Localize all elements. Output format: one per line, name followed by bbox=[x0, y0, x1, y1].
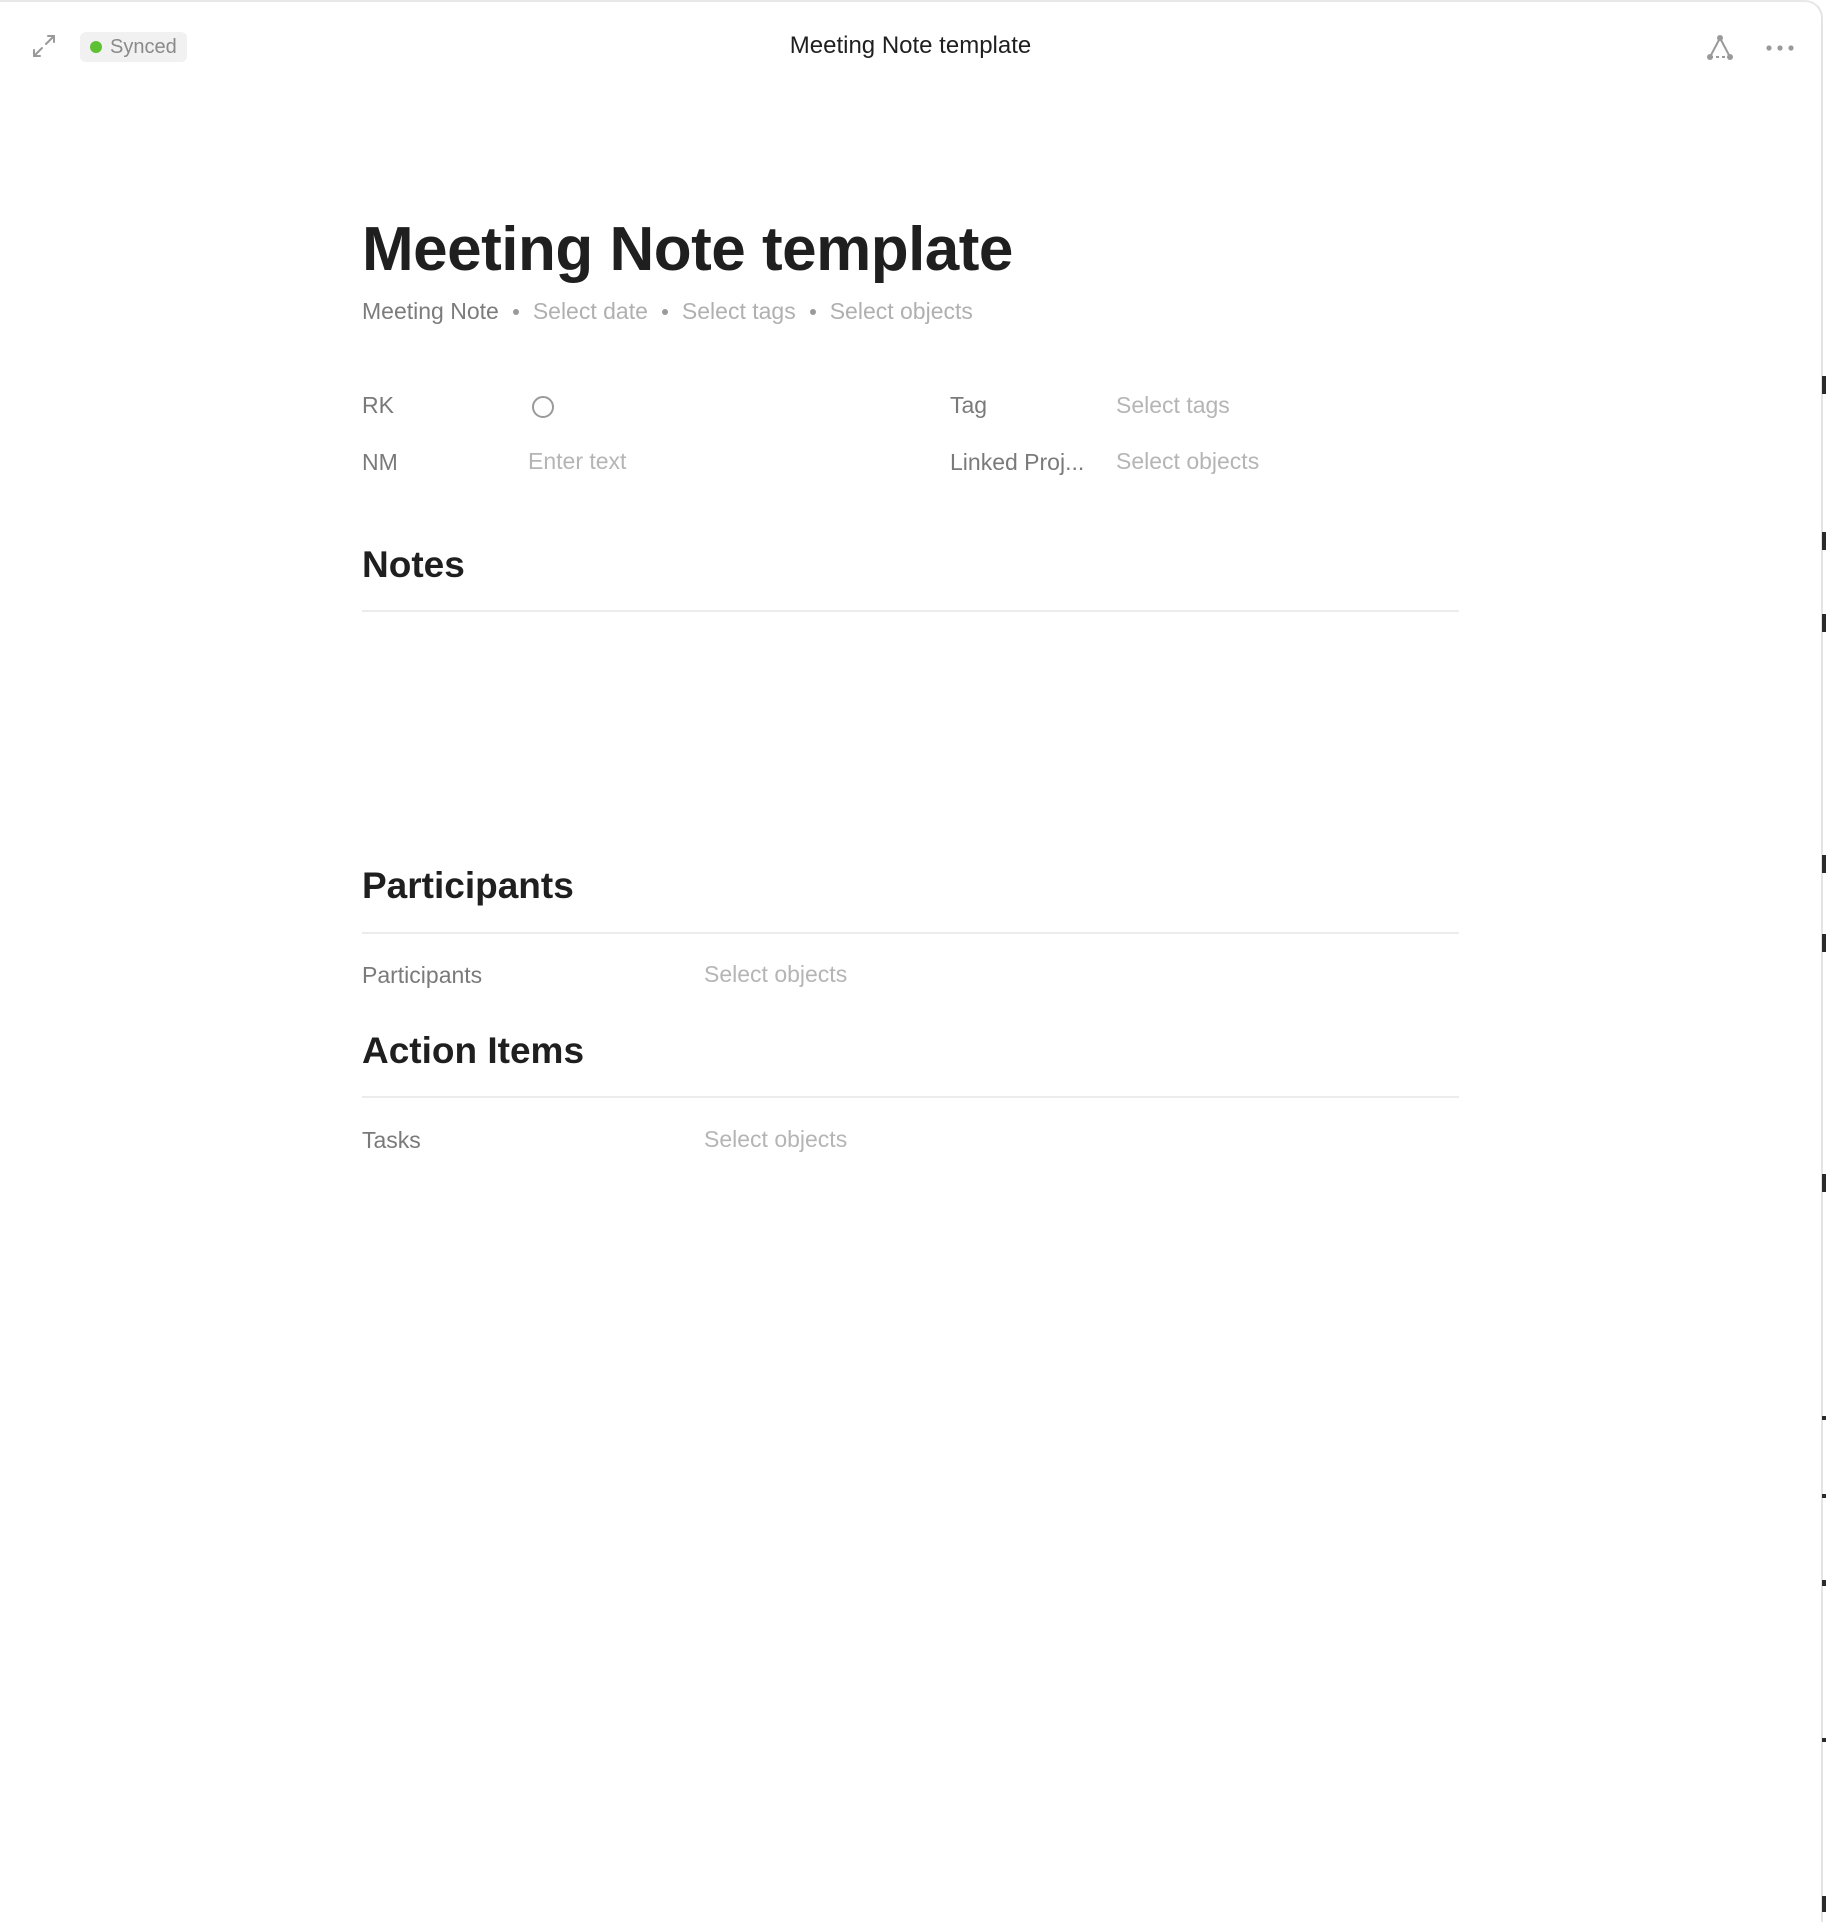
edge-mark bbox=[1822, 532, 1826, 550]
property-label-rk: RK bbox=[362, 392, 394, 418]
participants-select[interactable]: Select objects bbox=[704, 961, 847, 988]
notes-heading[interactable]: Notes bbox=[362, 544, 465, 586]
property-label-linked-projects: Linked Proj... bbox=[950, 449, 1085, 475]
property-label-nm: NM bbox=[362, 449, 398, 475]
linked-projects-select[interactable]: Select objects bbox=[1116, 448, 1259, 475]
edge-mark bbox=[1822, 855, 1826, 873]
edge-mark bbox=[1822, 1416, 1826, 1420]
action-items-heading[interactable]: Action Items bbox=[362, 1030, 584, 1072]
notes-divider bbox=[362, 610, 1459, 612]
graph-button[interactable] bbox=[1702, 30, 1738, 66]
participants-heading[interactable]: Participants bbox=[362, 865, 574, 907]
edge-mark bbox=[1822, 614, 1826, 632]
meta-separator bbox=[661, 308, 668, 315]
object-type-label[interactable]: Meeting Note bbox=[362, 298, 499, 325]
page-title[interactable]: Meeting Note template bbox=[362, 214, 1013, 285]
edge-mark bbox=[1822, 376, 1826, 394]
edge-mark bbox=[1822, 1896, 1826, 1912]
more-horizontal-icon bbox=[1766, 45, 1794, 51]
tag-select[interactable]: Select tags bbox=[1116, 392, 1230, 419]
participants-divider bbox=[362, 932, 1459, 934]
meta-objects-select[interactable]: Select objects bbox=[830, 298, 973, 325]
editor-window: Synced Meeting Note template Meeting Not… bbox=[0, 0, 1823, 1922]
tasks-field-label: Tasks bbox=[362, 1127, 421, 1153]
editor-header: Synced Meeting Note template bbox=[0, 2, 1821, 92]
edge-mark bbox=[1822, 1738, 1826, 1742]
edge-mark bbox=[1822, 1494, 1826, 1498]
nm-text-input[interactable]: Enter text bbox=[528, 448, 626, 475]
rk-checkbox[interactable] bbox=[532, 396, 554, 418]
action-items-divider bbox=[362, 1096, 1459, 1098]
meta-separator bbox=[809, 308, 816, 315]
edge-mark bbox=[1822, 1580, 1826, 1586]
participants-field-label: Participants bbox=[362, 962, 483, 988]
meta-row: Meeting Note Select date Select tags Sel… bbox=[362, 298, 973, 325]
window-title: Meeting Note template bbox=[789, 32, 1032, 59]
meta-tags-select[interactable]: Select tags bbox=[682, 298, 796, 325]
meta-date-select[interactable]: Select date bbox=[533, 298, 648, 325]
more-options-button[interactable] bbox=[1762, 30, 1798, 66]
graph-icon bbox=[1707, 35, 1733, 60]
notes-body[interactable] bbox=[362, 614, 1459, 844]
edge-mark bbox=[1822, 934, 1826, 952]
edge-mark bbox=[1822, 1174, 1826, 1192]
tasks-select[interactable]: Select objects bbox=[704, 1126, 847, 1153]
property-label-tag: Tag bbox=[950, 392, 988, 418]
meta-separator bbox=[512, 308, 519, 315]
